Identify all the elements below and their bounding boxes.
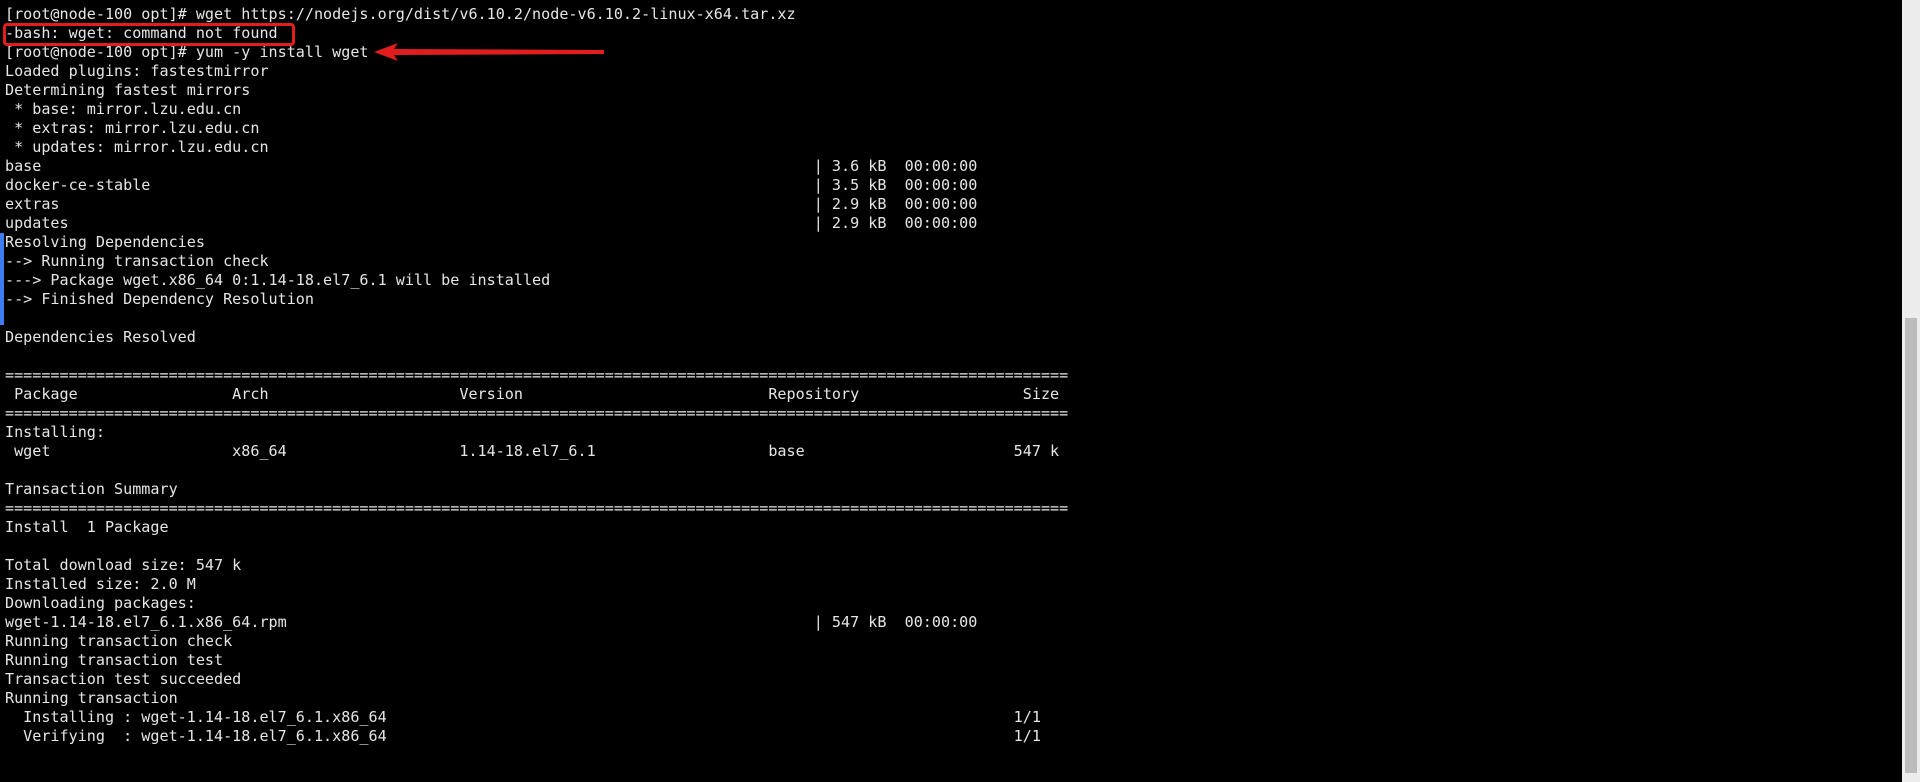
terminal-line: wget-1.14-18.el7_6.1.x86_64.rpm | 547 kB… (5, 613, 978, 631)
annotation-arrow-icon (374, 43, 604, 61)
terminal-line: ========================================… (5, 404, 1069, 422)
terminal-line: * base: mirror.lzu.edu.cn (5, 100, 242, 118)
terminal-line: Resolving Dependencies (5, 233, 205, 251)
terminal-line: Installing: (5, 423, 105, 441)
line-marker (0, 233, 4, 325)
terminal-line: wget x86_64 1.14-18.el7_6.1 base 547 k (5, 442, 1060, 460)
terminal-line: ---> Package wget.x86_64 0:1.14-18.el7_6… (5, 271, 551, 289)
terminal-line: Installing : wget-1.14-18.el7_6.1.x86_64… (5, 708, 1041, 726)
error-highlight-box (3, 23, 295, 46)
terminal-line: Installed size: 2.0 M (5, 575, 196, 593)
terminal-line: ========================================… (5, 366, 1069, 384)
terminal-line: docker-ce-stable | 3.5 kB 00:00:00 (5, 176, 978, 194)
terminal-line: Running transaction (5, 689, 178, 707)
terminal-line: Running transaction test (5, 651, 224, 669)
terminal-line: Transaction Summary (5, 480, 178, 498)
terminal-line: --> Running transaction check (5, 252, 269, 270)
terminal-output: [root@node-100 opt]# wget https://nodejs… (5, 5, 1068, 746)
terminal-line: Total download size: 547 k (5, 556, 242, 574)
scrollbar-thumb[interactable] (1905, 318, 1917, 773)
terminal-line: Install 1 Package (5, 518, 169, 536)
terminal-line: Determining fastest mirrors (5, 81, 251, 99)
terminal-line: Loaded plugins: fastestmirror (5, 62, 269, 80)
terminal-line: --> Finished Dependency Resolution (5, 290, 314, 308)
terminal-line: base | 3.6 kB 00:00:00 (5, 157, 978, 175)
terminal-line: ========================================… (5, 499, 1069, 517)
terminal-line: Dependencies Resolved (5, 328, 196, 346)
terminal-line: Transaction test succeeded (5, 670, 242, 688)
terminal-line: Verifying : wget-1.14-18.el7_6.1.x86_64 … (5, 727, 1041, 745)
terminal-line: Package Arch Version Repository Size (5, 385, 1060, 403)
terminal-line: [root@node-100 opt]# wget https://nodejs… (5, 5, 796, 23)
vertical-scrollbar[interactable] (1902, 0, 1920, 782)
terminal-line: * extras: mirror.lzu.edu.cn (5, 119, 260, 137)
terminal-line: updates | 2.9 kB 00:00:00 (5, 214, 978, 232)
terminal-line: extras | 2.9 kB 00:00:00 (5, 195, 978, 213)
terminal-line: * updates: mirror.lzu.edu.cn (5, 138, 269, 156)
terminal-window[interactable]: [root@node-100 opt]# wget https://nodejs… (0, 0, 1920, 782)
terminal-line: Downloading packages: (5, 594, 196, 612)
terminal-line: Running transaction check (5, 632, 233, 650)
